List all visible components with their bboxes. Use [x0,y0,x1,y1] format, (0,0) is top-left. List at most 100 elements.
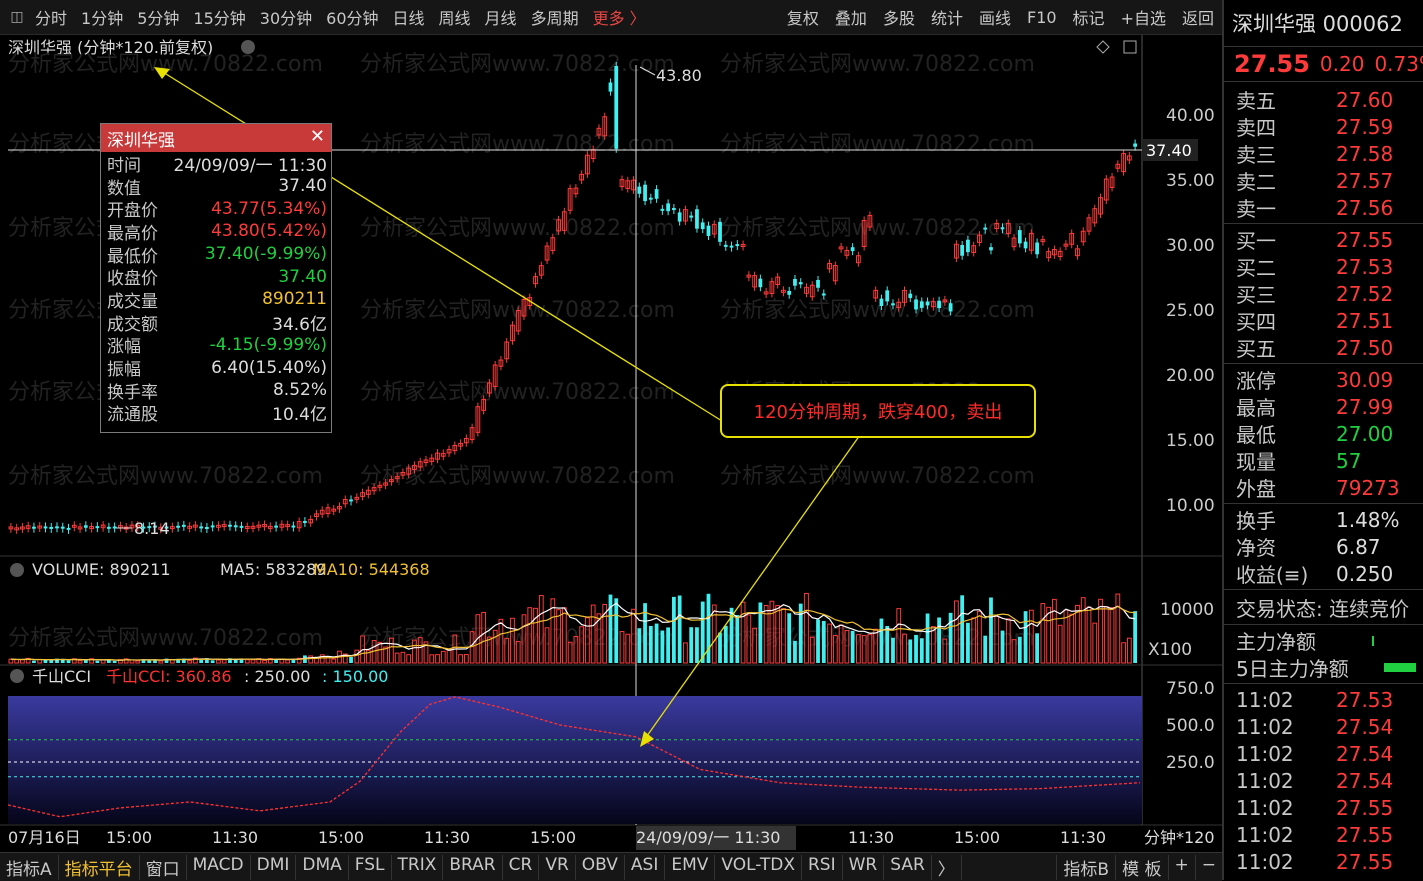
time-tick: 15:00 [318,828,364,847]
volume-bar [914,634,918,663]
toolbar-button[interactable]: 返回 [1174,5,1222,29]
info-value: 8.52% [272,380,327,401]
candle [643,184,647,202]
info-key: 换手率 [107,382,158,403]
dropdown-icon[interactable] [10,563,24,577]
price-tick: 20.00 [1166,366,1215,386]
period-tab[interactable]: 周线 [432,5,478,29]
dropdown-icon[interactable] [10,669,24,683]
period-tab[interactable]: 日线 [386,5,432,29]
indicator-tab[interactable]: FSL [349,854,392,880]
candle [793,278,797,286]
info-value: 10.4亿 [272,405,327,426]
toolbar-button[interactable]: 多股 [875,5,923,29]
candle [919,301,924,308]
period-tab[interactable]: 30分钟 [253,5,319,29]
volume-tick: 10000 [1160,600,1214,620]
close-icon[interactable]: ✕ [310,126,325,147]
indicator-tab[interactable]: BRAR [443,854,503,880]
price-tick: 30.00 [1166,236,1215,256]
candle [723,244,728,247]
volume-bar [700,601,705,663]
tick-row: 11:02 27.54 [1224,713,1423,740]
candle [1000,227,1005,230]
candle [608,82,613,92]
ask-level: 卖五 27.60 [1224,86,1423,114]
toolbar-button[interactable]: 复权 [779,5,827,29]
quote-stat-label: 涨停 [1236,369,1276,393]
volume-bar [672,596,676,663]
trade-status: 交易状态: 连续竞价 [1224,592,1423,622]
volume-bar [919,638,924,663]
indicator-tab[interactable]: MACD [187,854,251,880]
indicator-tab[interactable]: EMV [665,854,716,880]
indicator-tab[interactable]: SAR [884,854,932,880]
indicator-tab[interactable]: 指标A [0,854,59,880]
tick-time: 11:02 [1236,741,1294,766]
indicator-tab[interactable]: 窗口 [140,854,187,880]
period-tab[interactable]: 60分钟 [319,5,385,29]
toolbar-button[interactable]: +自选 [1113,5,1174,29]
indicator-tab[interactable]: WR [843,854,885,880]
toolbar-button[interactable]: 统计 [923,5,971,29]
period-tab[interactable]: 多周期 [524,5,586,29]
main-flow-5d-row: 5日主力净额 [1224,654,1423,681]
quote-stat2-value: 6.87 [1336,534,1381,559]
indicator-tab[interactable]: 〉 [932,854,962,880]
indicator-control[interactable]: 模 板 [1115,854,1167,880]
volume-bar [850,630,855,663]
period-tab[interactable]: 分时 [28,5,74,29]
quote-stat: 最低 27.00 [1224,420,1423,448]
candle [199,526,204,529]
watermark: 分析家公式网www.70822.com [8,626,323,651]
candle [349,499,353,502]
ask-level-label: 卖五 [1236,89,1276,113]
indicator-tab[interactable]: TRIX [392,854,444,880]
toolbar-button[interactable]: 叠加 [827,5,875,29]
indicator-tab[interactable]: DMI [251,854,297,880]
volume-bar [112,660,117,663]
cci-name: 千山CCI [32,667,91,686]
quote-stat-label: 外盘 [1236,477,1276,501]
ask-level-value: 27.57 [1336,168,1394,193]
period-tab[interactable]: 更多 〉 [586,5,653,29]
volume-bar [677,595,682,663]
bid-level-value: 27.52 [1336,281,1394,306]
volume-ma5: MA5: 583289 [220,560,326,579]
period-tab[interactable]: 5分钟 [130,5,186,29]
watermark: 分析家公式网www.70822.com [720,52,1035,77]
menu-icon[interactable]: ◫ [6,7,28,27]
indicator-control[interactable]: − [1194,854,1222,880]
indicator-tab[interactable]: DMA [296,854,349,880]
period-tab[interactable]: 1分钟 [74,5,130,29]
info-key: 流通股 [107,405,158,426]
period-tab[interactable]: 月线 [478,5,524,29]
indicator-tab[interactable]: ASI [625,854,666,880]
info-key: 成交额 [107,314,158,335]
toolbar-button[interactable]: F10 [1019,8,1065,27]
indicator-tab[interactable]: CR [503,854,540,880]
candle [960,244,965,256]
ask-level-label: 卖一 [1236,197,1276,221]
candle [176,525,180,528]
watermark: 分析家公式网www.70822.com [360,52,675,77]
quote-stat-label: 最高 [1236,396,1276,420]
period-toolbar: ◫ 分时 1分钟 5分钟 15分钟 30分钟 60分钟 日线 周线 月线 多周期 更多 〉 复权 叠加… [0,0,1222,35]
indicator-tab[interactable]: RSI [802,854,843,880]
candle [879,298,884,306]
info-value: 37.40 [278,176,327,197]
indicator-tab[interactable]: 指标平台 [59,854,140,880]
indicator-control[interactable]: 指标B [1056,854,1115,880]
indicator-tab[interactable]: VR [539,854,576,880]
price-tick: 15.00 [1166,431,1215,451]
toolbar-button[interactable]: 画线 [971,5,1019,29]
volume-bar [821,620,826,663]
indicator-tab[interactable]: VOL-TDX [715,854,802,880]
indicator-control[interactable]: + [1167,854,1195,880]
indicator-tab[interactable]: OBV [576,854,625,880]
info-key: 成交量 [107,291,158,312]
toolbar-button[interactable]: 标记 [1065,5,1113,29]
volume-bar [816,619,820,663]
volume-bar [735,615,740,663]
period-tab[interactable]: 15分钟 [186,5,252,29]
